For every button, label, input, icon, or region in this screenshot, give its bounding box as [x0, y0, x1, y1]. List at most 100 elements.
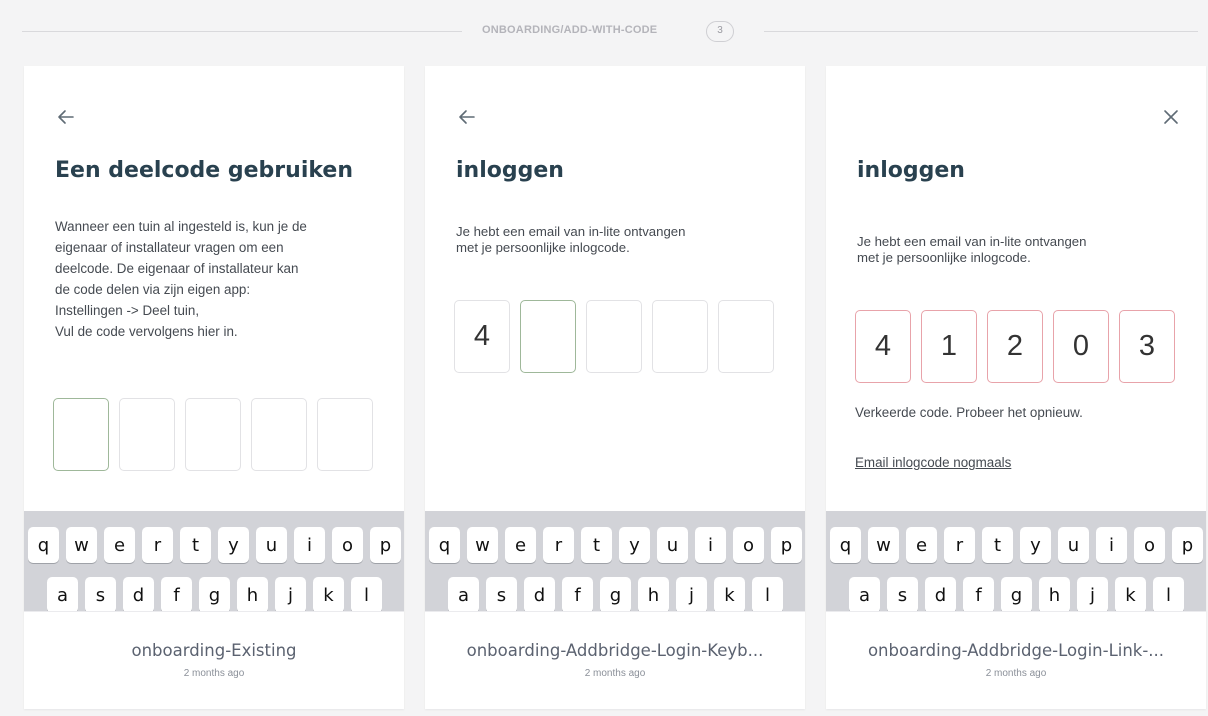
- key-f[interactable]: f: [161, 577, 192, 611]
- screen-date: 2 months ago: [584, 668, 646, 679]
- key-q[interactable]: q: [28, 527, 59, 563]
- card-footer: onboarding-Addbridge-Login-Keyb... 2 mon…: [425, 611, 805, 709]
- key-g[interactable]: g: [1001, 577, 1032, 611]
- screen-name-link[interactable]: onboarding-Addbridge-Login-Keyb...: [425, 641, 805, 660]
- key-a[interactable]: a: [849, 577, 880, 611]
- key-d[interactable]: d: [925, 577, 956, 611]
- code-digit-input[interactable]: 3: [1119, 310, 1175, 383]
- key-y[interactable]: y: [218, 527, 249, 563]
- key-h[interactable]: h: [237, 577, 268, 611]
- description-line: de code delen via zijn eigen app:: [55, 282, 251, 297]
- key-s[interactable]: s: [887, 577, 918, 611]
- key-e[interactable]: e: [505, 527, 536, 563]
- screen-name-link[interactable]: onboarding-Addbridge-Login-Link-...: [826, 641, 1206, 660]
- keyboard: qwertyuiop asdfghjkl: [24, 511, 404, 611]
- key-p[interactable]: p: [1172, 527, 1203, 563]
- key-t[interactable]: t: [180, 527, 211, 563]
- keyboard: qwertyuiop asdfghjkl: [826, 511, 1206, 611]
- key-s[interactable]: s: [85, 577, 116, 611]
- code-digit-input[interactable]: 4: [855, 310, 911, 383]
- code-digit-input[interactable]: [520, 300, 576, 373]
- key-q[interactable]: q: [830, 527, 861, 563]
- code-digit-input[interactable]: 2: [987, 310, 1043, 383]
- screen-card-login-keyboard[interactable]: inloggen Je hebt een email van in-lite o…: [425, 66, 805, 709]
- key-w[interactable]: w: [66, 527, 97, 563]
- key-s[interactable]: s: [486, 577, 517, 611]
- description-line: eigenaar of installateur vragen om een: [55, 240, 284, 255]
- key-r[interactable]: r: [142, 527, 173, 563]
- key-w[interactable]: w: [467, 527, 498, 563]
- key-u[interactable]: u: [1058, 527, 1089, 563]
- key-e[interactable]: e: [906, 527, 937, 563]
- key-e[interactable]: e: [104, 527, 135, 563]
- key-w[interactable]: w: [868, 527, 899, 563]
- code-digit-input[interactable]: [251, 398, 307, 471]
- key-g[interactable]: g: [600, 577, 631, 611]
- key-j[interactable]: j: [676, 577, 707, 611]
- code-digit-input[interactable]: [185, 398, 241, 471]
- key-p[interactable]: p: [771, 527, 802, 563]
- code-digit-input[interactable]: [53, 398, 109, 471]
- key-g[interactable]: g: [199, 577, 230, 611]
- description-line: deelcode. De eigenaar of installateur ka…: [55, 261, 299, 276]
- key-k[interactable]: k: [313, 577, 344, 611]
- key-k[interactable]: k: [1115, 577, 1146, 611]
- key-a[interactable]: a: [47, 577, 78, 611]
- description-line: Vul de code vervolgens hier in.: [55, 324, 238, 339]
- key-l[interactable]: l: [1153, 577, 1184, 611]
- key-t[interactable]: t: [581, 527, 612, 563]
- key-t[interactable]: t: [982, 527, 1013, 563]
- key-u[interactable]: u: [256, 527, 287, 563]
- key-h[interactable]: h: [638, 577, 669, 611]
- description-line: met je persoonlijke inlogcode.: [857, 250, 1031, 265]
- code-digit-input[interactable]: [652, 300, 708, 373]
- key-u[interactable]: u: [657, 527, 688, 563]
- key-f[interactable]: f: [963, 577, 994, 611]
- key-y[interactable]: y: [619, 527, 650, 563]
- key-p[interactable]: p: [370, 527, 401, 563]
- screen-date: 2 months ago: [183, 668, 245, 679]
- code-digit-input[interactable]: 1: [921, 310, 977, 383]
- key-h[interactable]: h: [1039, 577, 1070, 611]
- screen-description: Wanneer een tuin al ingesteld is, kun je…: [55, 216, 375, 342]
- key-o[interactable]: o: [733, 527, 764, 563]
- key-y[interactable]: y: [1020, 527, 1051, 563]
- key-l[interactable]: l: [752, 577, 783, 611]
- code-digit-input[interactable]: [718, 300, 774, 373]
- code-digit-input[interactable]: 0: [1053, 310, 1109, 383]
- key-i[interactable]: i: [294, 527, 325, 563]
- screen-date: 2 months ago: [985, 668, 1047, 679]
- divider-left: [22, 31, 462, 32]
- key-r[interactable]: r: [944, 527, 975, 563]
- key-d[interactable]: d: [123, 577, 154, 611]
- close-icon[interactable]: [1160, 106, 1182, 128]
- key-a[interactable]: a: [448, 577, 479, 611]
- key-d[interactable]: d: [524, 577, 555, 611]
- key-j[interactable]: j: [275, 577, 306, 611]
- code-digit-input[interactable]: [317, 398, 373, 471]
- card-footer: onboarding-Addbridge-Login-Link-... 2 mo…: [826, 611, 1206, 709]
- code-digit-input[interactable]: 4: [454, 300, 510, 373]
- screen-card-login-link[interactable]: inloggen Je hebt een email van in-lite o…: [826, 66, 1206, 709]
- code-input-group: 4 1 2 0 3: [855, 310, 1175, 383]
- key-l[interactable]: l: [351, 577, 382, 611]
- resend-code-link[interactable]: Email inlogcode nogmaals: [855, 455, 1011, 470]
- key-o[interactable]: o: [332, 527, 363, 563]
- error-message: Verkeerde code. Probeer het opnieuw.: [855, 405, 1083, 420]
- key-q[interactable]: q: [429, 527, 460, 563]
- key-k[interactable]: k: [714, 577, 745, 611]
- key-o[interactable]: o: [1134, 527, 1165, 563]
- screen-name-link[interactable]: onboarding-Existing: [24, 641, 404, 660]
- key-f[interactable]: f: [562, 577, 593, 611]
- description-line: Wanneer een tuin al ingesteld is, kun je…: [55, 219, 307, 234]
- code-digit-input[interactable]: [119, 398, 175, 471]
- key-j[interactable]: j: [1077, 577, 1108, 611]
- key-r[interactable]: r: [543, 527, 574, 563]
- code-digit-input[interactable]: [586, 300, 642, 373]
- key-i[interactable]: i: [695, 527, 726, 563]
- key-i[interactable]: i: [1096, 527, 1127, 563]
- arrow-left-icon[interactable]: [55, 106, 77, 128]
- card-footer: onboarding-Existing 2 months ago: [24, 611, 404, 709]
- arrow-left-icon[interactable]: [456, 106, 478, 128]
- screen-card-onboarding-existing[interactable]: Een deelcode gebruiken Wanneer een tuin …: [24, 66, 404, 709]
